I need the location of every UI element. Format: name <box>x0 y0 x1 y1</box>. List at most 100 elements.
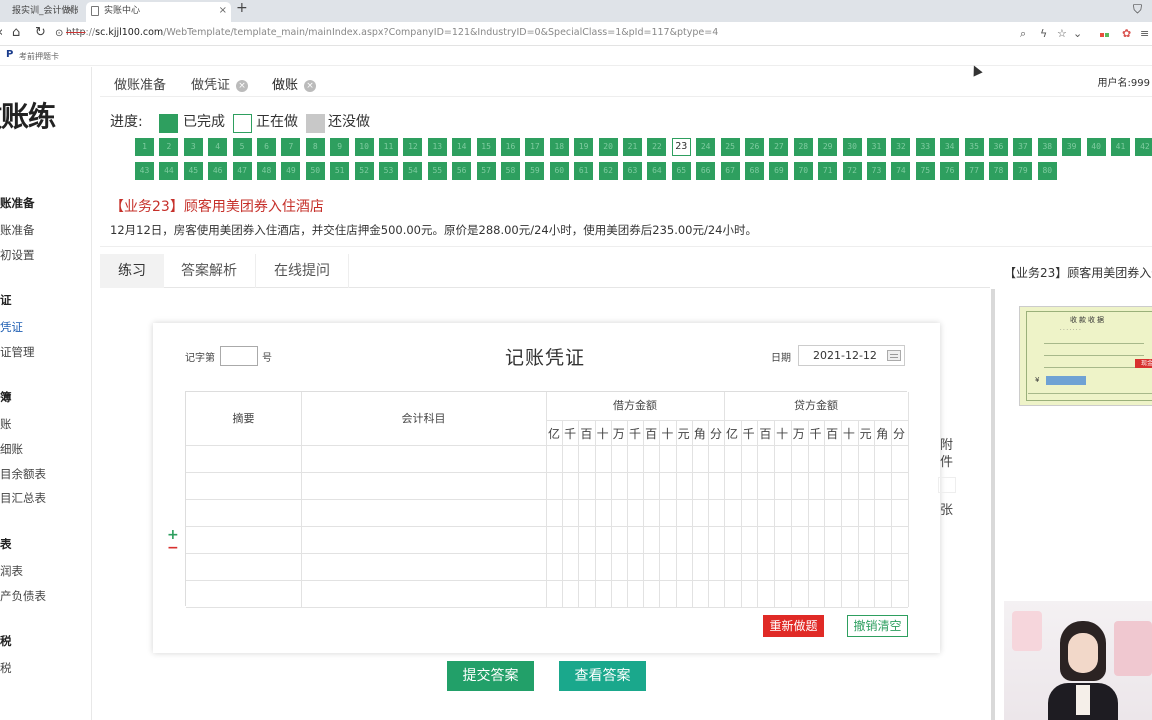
progress-cell[interactable]: 5 <box>232 138 252 156</box>
progress-cell[interactable]: 34 <box>940 138 960 156</box>
back-icon[interactable]: ‹ <box>0 25 3 40</box>
progress-cell[interactable]: 14 <box>452 138 472 156</box>
extension-icon[interactable]: ✿ <box>1122 27 1131 40</box>
sidebar-group-reports[interactable]: 表 <box>0 536 12 552</box>
progress-cell[interactable]: 39 <box>1062 138 1082 156</box>
progress-cell[interactable]: 61 <box>574 162 594 180</box>
progress-cell[interactable]: 74 <box>891 162 911 180</box>
menu-icon[interactable]: ≡ <box>1140 27 1149 40</box>
progress-cell[interactable]: 33 <box>915 138 935 156</box>
new-tab-button[interactable]: + <box>236 0 248 16</box>
progress-cell[interactable]: 45 <box>183 162 203 180</box>
receipt-thumbnail[interactable]: 收款收据 · · · · · · · 现金 ¥ <box>1019 306 1152 406</box>
sidebar-item-income-statement[interactable]: 润表 <box>0 563 23 579</box>
progress-cell[interactable]: 50 <box>305 162 325 180</box>
sidebar-item-balance-sheet[interactable]: 产负债表 <box>0 588 46 604</box>
calendar-icon[interactable] <box>887 350 901 361</box>
sidebar-group-prep[interactable]: 账准备 <box>0 195 35 211</box>
progress-cell[interactable]: 42 <box>1135 138 1152 156</box>
voucher-number-input[interactable] <box>220 346 258 366</box>
progress-cell[interactable]: 71 <box>818 162 838 180</box>
sidebar-item-fill-voucher[interactable]: 凭证 <box>0 319 23 335</box>
progress-cell[interactable]: 72 <box>842 162 862 180</box>
progress-cell[interactable]: 28 <box>793 138 813 156</box>
progress-cell[interactable]: 2 <box>159 138 179 156</box>
progress-cell[interactable]: 26 <box>745 138 764 156</box>
progress-cell[interactable]: 21 <box>623 138 642 156</box>
progress-cell[interactable]: 3 <box>183 138 203 156</box>
progress-cell[interactable]: 27 <box>769 138 789 156</box>
close-icon[interactable]: × <box>66 2 74 20</box>
progress-cell[interactable]: 48 <box>257 162 276 180</box>
progress-cell[interactable]: 40 <box>1086 138 1106 156</box>
progress-cell[interactable]: 22 <box>647 138 667 156</box>
progress-cell[interactable]: 25 <box>720 138 740 156</box>
progress-cell[interactable]: 11 <box>379 138 398 156</box>
home-icon[interactable]: ⌂ <box>12 25 20 40</box>
progress-cell[interactable]: 36 <box>989 138 1008 156</box>
progress-cell[interactable]: 49 <box>281 162 301 180</box>
progress-cell[interactable]: 17 <box>525 138 545 156</box>
reload-icon[interactable]: ↻ <box>35 25 46 40</box>
progress-cell[interactable]: 15 <box>476 138 496 156</box>
sidebar-item-tax-filing[interactable]: 税 <box>0 660 12 676</box>
table-row[interactable] <box>186 473 908 499</box>
progress-cell[interactable]: 13 <box>427 138 447 156</box>
search-icon[interactable]: ⌕ <box>1020 27 1026 41</box>
tab-answer-analysis[interactable]: 答案解析 <box>163 254 255 288</box>
progress-cell[interactable]: 52 <box>354 162 374 180</box>
security-icon[interactable]: ⊙ <box>55 28 63 39</box>
browser-tab-1[interactable]: 报实训_会计做账实 × <box>0 2 78 22</box>
progress-cell[interactable]: 64 <box>647 162 667 180</box>
progress-cell[interactable]: 37 <box>1013 138 1033 156</box>
url-field[interactable]: http://sc.kjjl100.com/WebTemplate/templa… <box>66 27 718 38</box>
tab-fill-voucher[interactable]: 做凭证 × <box>191 74 249 93</box>
progress-cell[interactable]: 78 <box>989 162 1008 180</box>
progress-cell[interactable]: 70 <box>793 162 813 180</box>
sidebar-item-account-prep[interactable]: 账准备 <box>0 222 35 238</box>
progress-cell[interactable]: 47 <box>232 162 252 180</box>
table-row[interactable] <box>186 554 908 580</box>
progress-cell[interactable]: 75 <box>915 162 935 180</box>
progress-cell[interactable]: 20 <box>598 138 618 156</box>
progress-cell[interactable]: 24 <box>696 138 716 156</box>
close-icon[interactable]: × <box>304 80 317 92</box>
progress-cell[interactable]: 16 <box>501 138 520 156</box>
progress-cell[interactable]: 69 <box>769 162 789 180</box>
lightning-icon[interactable]: ϟ <box>1040 27 1047 40</box>
sidebar-item-initial-setup[interactable]: 初设置 <box>0 247 35 263</box>
progress-cell[interactable]: 31 <box>867 138 886 156</box>
progress-cell[interactable]: 57 <box>476 162 496 180</box>
progress-cell[interactable]: 55 <box>427 162 447 180</box>
progress-cell[interactable]: 66 <box>696 162 716 180</box>
progress-cell[interactable]: 4 <box>208 138 228 156</box>
attachment-count-input[interactable] <box>938 477 956 493</box>
sidebar-item-balance-table[interactable]: 目余额表 <box>0 466 46 482</box>
table-row[interactable] <box>186 500 908 526</box>
sidebar-item-voucher-manage[interactable]: 证管理 <box>0 344 35 360</box>
progress-cell[interactable]: 18 <box>549 138 569 156</box>
progress-cell[interactable]: 38 <box>1037 138 1057 156</box>
progress-cell[interactable]: 7 <box>281 138 301 156</box>
date-field[interactable]: 2021-12-12 <box>798 345 905 366</box>
view-answer-button[interactable]: 查看答案 <box>559 661 646 691</box>
bookmark-link[interactable]: 考前押题卡 <box>19 51 59 62</box>
browser-tab-2[interactable]: 实账中心 × <box>86 2 231 22</box>
progress-cell[interactable]: 12 <box>403 138 423 156</box>
progress-cell[interactable]: 10 <box>354 138 374 156</box>
progress-cell[interactable]: 79 <box>1013 162 1033 180</box>
submit-answer-button[interactable]: 提交答案 <box>447 661 534 691</box>
progress-cell[interactable]: 54 <box>403 162 423 180</box>
progress-cell[interactable]: 58 <box>501 162 520 180</box>
star-icon[interactable]: ☆ <box>1057 27 1067 40</box>
progress-cell[interactable]: 62 <box>598 162 618 180</box>
progress-cell[interactable]: 67 <box>720 162 740 180</box>
shield-icon[interactable]: ⛉ <box>1133 2 1142 17</box>
progress-cell[interactable]: 68 <box>745 162 764 180</box>
tab-practice[interactable]: 练习 <box>100 254 164 288</box>
progress-cell[interactable]: 43 <box>135 162 154 180</box>
progress-cell[interactable]: 29 <box>818 138 838 156</box>
progress-cell[interactable]: 46 <box>208 162 228 180</box>
progress-cell[interactable]: 63 <box>623 162 642 180</box>
progress-cell[interactable]: 35 <box>964 138 984 156</box>
